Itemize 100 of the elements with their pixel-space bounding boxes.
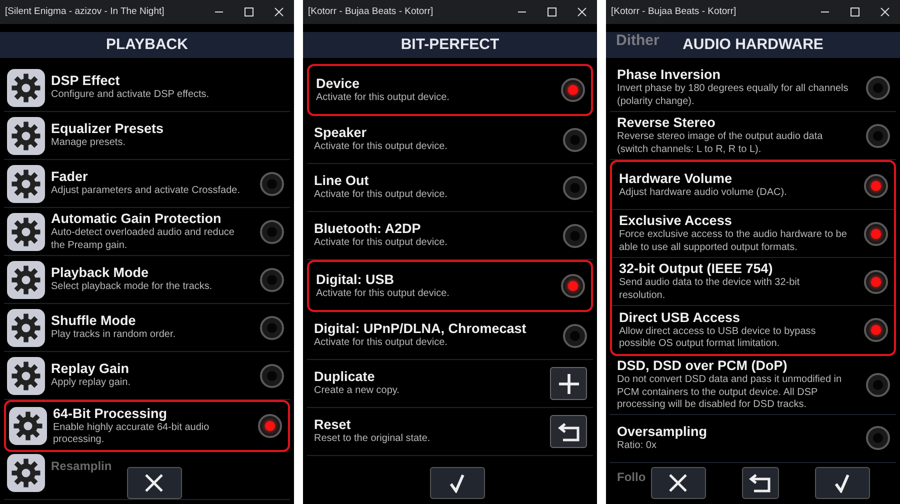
gear-icon xyxy=(7,68,45,106)
item-description: Adjust hardware audio volume (DAC). xyxy=(619,187,788,200)
radio-button[interactable] xyxy=(866,76,890,100)
gear-icon xyxy=(9,407,47,445)
maximize-icon[interactable] xyxy=(244,7,254,17)
item-title: Device xyxy=(316,76,361,92)
window-title: [Kotorr - Bujaa Beats - Kotorr] xyxy=(611,4,738,19)
settings-row[interactable]: Digital: USB Activate for this output device. xyxy=(309,262,591,310)
radio-button[interactable] xyxy=(864,318,888,342)
settings-row[interactable]: Direct USB Access Allow direct access to USB device to bypass possible OS output format limitation. xyxy=(612,306,894,354)
item-description: Activate for this output device. xyxy=(316,92,450,104)
settings-row[interactable]: Fader Adjust parameters and activate Crossfade. xyxy=(4,160,290,208)
item-description: Activate for this output device. xyxy=(314,189,448,202)
settings-row[interactable]: Line Out Activate for this output device. xyxy=(307,164,593,212)
settings-row[interactable]: Playback Mode Select playback mode for the tracks. xyxy=(4,256,290,304)
settings-row[interactable]: Bluetooth: A2DP Activate for this output device. xyxy=(307,212,593,260)
settings-row[interactable]: Speaker Activate for this output device. xyxy=(307,116,593,164)
settings-row[interactable]: Reset Reset to the original state. xyxy=(307,408,593,456)
item-description: Ratio: 0x xyxy=(617,440,658,452)
settings-row[interactable]: Duplicate Create a new copy. xyxy=(307,360,593,408)
radio-button[interactable] xyxy=(864,174,888,198)
settings-row[interactable]: 64-Bit Processing Enable highly accurate 64-bit audio processing. xyxy=(6,402,288,450)
item-title: 32-bit Output (IEEE 754) xyxy=(619,261,774,277)
settings-row[interactable]: DSD, DSD over PCM (DoP) Do not convert DSD data and pass it unmodified in PCM containers to the output device. All DSP processing will be disabled for DSD tracks. xyxy=(610,356,896,414)
radio-button[interactable] xyxy=(260,268,284,292)
item-description: Do not convert DSD data and pass it unmodified in PCM containers to the output device. All DSP processing will be disabled for DSD tracks. xyxy=(617,374,843,412)
cancel-button[interactable] xyxy=(126,467,182,499)
item-title: 64-Bit Processing xyxy=(53,406,168,422)
item-title: Equalizer Presets xyxy=(51,121,165,138)
item-title: Shuffle Mode xyxy=(51,313,137,330)
item-description: Activate for this output device. xyxy=(316,288,450,300)
item-title: Phase Inversion xyxy=(617,67,722,83)
item-title: Speaker xyxy=(314,125,368,142)
plus-icon xyxy=(558,372,580,394)
close-icon[interactable] xyxy=(880,7,890,17)
window-title: [Kotorr - Bujaa Beats - Kotorr] xyxy=(308,4,434,19)
item-description: Create a new copy. xyxy=(314,385,400,398)
settings-row[interactable]: DSP Effect Configure and activate DSP effects. xyxy=(4,64,290,112)
return-arrow-icon xyxy=(556,422,580,442)
gear-icon xyxy=(7,356,45,394)
return-arrow-icon xyxy=(748,473,772,493)
settings-row[interactable]: Reverse Stereo Reverse stereo image of the output audio data (switch channels: L to R, R to L). xyxy=(610,112,896,160)
radio-button[interactable] xyxy=(864,222,888,246)
radio-button[interactable] xyxy=(866,426,890,450)
item-title: Oversampling xyxy=(617,424,708,440)
item-description: Reverse stereo image of the output audio data (switch channels: L to R, R to L). xyxy=(617,131,824,156)
item-title: Hardware Volume xyxy=(619,171,734,188)
gear-icon xyxy=(7,308,45,346)
maximize-icon[interactable] xyxy=(547,7,557,17)
radio-button[interactable] xyxy=(563,324,587,348)
reset-button[interactable] xyxy=(550,415,587,448)
maximize-icon[interactable] xyxy=(850,7,860,17)
radio-button[interactable] xyxy=(260,364,284,388)
section-title: PLAYBACK xyxy=(106,34,188,55)
item-title: Duplicate xyxy=(314,369,376,386)
settings-row[interactable]: Equalizer Presets Manage presets. xyxy=(4,112,290,160)
item-title: Playback Mode xyxy=(51,265,150,282)
faded-item-title: Dither xyxy=(616,31,660,51)
radio-button[interactable] xyxy=(561,274,585,298)
radio-button[interactable] xyxy=(563,224,587,248)
item-title: Replay Gain xyxy=(51,361,130,378)
radio-button[interactable] xyxy=(260,220,284,244)
radio-button[interactable] xyxy=(563,128,587,152)
cancel-button[interactable] xyxy=(650,467,706,499)
settings-row[interactable]: Exclusive Access Force exclusive access to the audio hardware to be able to use all supported output formats. xyxy=(612,210,894,258)
item-description: Apply replay gain. xyxy=(51,377,132,390)
radio-button[interactable] xyxy=(260,172,284,196)
close-icon[interactable] xyxy=(577,7,587,17)
undo-button[interactable] xyxy=(742,467,778,499)
item-title: Digital: USB xyxy=(316,272,396,288)
item-description: Send audio data to the device with 32-bit resolution. xyxy=(619,277,801,302)
add-button[interactable] xyxy=(550,367,587,400)
settings-row[interactable]: Hardware Volume Adjust hardware audio volume (DAC). xyxy=(612,162,894,210)
settings-row[interactable]: Automatic Gain Protection Auto-detect overloaded audio and reduce the Preamp gain. xyxy=(4,208,290,256)
gear-icon xyxy=(7,212,45,250)
settings-row[interactable]: Device Activate for this output device. xyxy=(309,66,591,114)
check-icon xyxy=(449,473,465,493)
settings-row[interactable]: Shuffle Mode Play tracks in random order. xyxy=(4,304,290,352)
item-description: Manage presets. xyxy=(51,137,126,150)
settings-row[interactable]: Oversampling Ratio: 0x xyxy=(610,414,896,462)
close-icon[interactable] xyxy=(274,7,284,17)
close-icon xyxy=(668,473,688,493)
gear-icon xyxy=(7,116,45,154)
confirm-button[interactable] xyxy=(430,467,484,499)
settings-row[interactable]: Digital: UPnP/DLNA, Chromecast Activate for this output device. xyxy=(307,312,593,360)
settings-row[interactable]: 32-bit Output (IEEE 754) Send audio data to the device with 32-bit resolution. xyxy=(612,258,894,306)
radio-button[interactable] xyxy=(866,124,890,148)
radio-button[interactable] xyxy=(866,372,890,397)
settings-row[interactable]: Phase Inversion Invert phase by 180 degrees equally for all channels (polarity change). xyxy=(610,64,896,112)
radio-button[interactable] xyxy=(563,176,587,200)
radio-button[interactable] xyxy=(561,78,585,102)
radio-button[interactable] xyxy=(260,316,284,340)
settings-row[interactable]: Replay Gain Apply replay gain. xyxy=(4,352,290,400)
item-description: Activate for this output device. xyxy=(314,337,448,350)
item-title: Resamplin xyxy=(51,458,112,474)
radio-button[interactable] xyxy=(864,270,888,294)
confirm-button[interactable] xyxy=(814,467,870,499)
item-description: Select playback mode for the tracks. xyxy=(51,281,214,294)
item-description: Reset to the original state. xyxy=(314,433,432,446)
radio-button[interactable] xyxy=(258,414,282,438)
